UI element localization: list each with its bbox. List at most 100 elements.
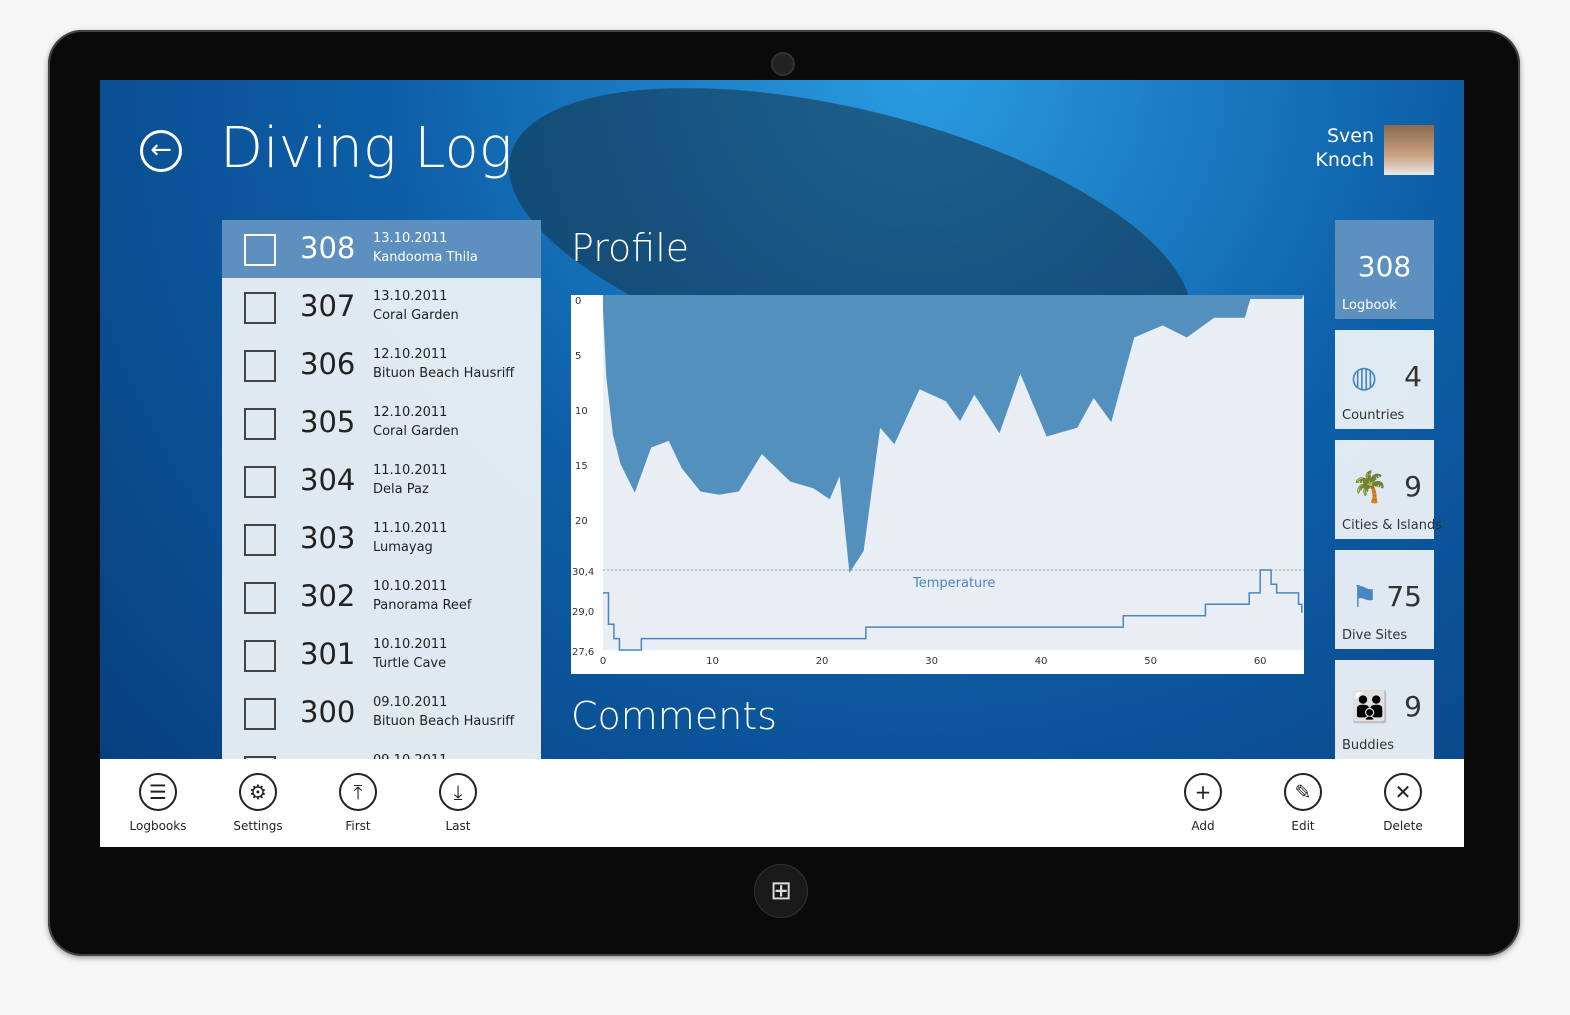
tile-cities-islands[interactable]: 🌴 9 Cities & Islands (1335, 440, 1442, 539)
x-tick-label: 30 (925, 656, 938, 667)
user-last-name: Knoch (1315, 149, 1374, 171)
tile-countries[interactable]: ◍ 4 Countries (1335, 330, 1434, 429)
dive-list-item[interactable]: 305 12.10.2011 Coral Garden (222, 394, 541, 452)
tile-dive-sites[interactable]: ⚑ 75 Dive Sites (1335, 550, 1434, 649)
tile-value: 4 (1404, 360, 1422, 393)
profile-chart: 0 5 10 15 20 Temperature 30,4 29,0 27,6 0 10 20 30 40… (571, 295, 1304, 674)
tile-label: Countries (1342, 408, 1405, 423)
depth-tick-label: 15 (575, 461, 588, 472)
temperature-tick-label: 30,4 (572, 567, 594, 578)
temperature-label: Temperature (912, 576, 995, 591)
palm-tree-icon: 🌴 (1351, 470, 1389, 505)
logbooks-button[interactable]: ☰ Logbooks (118, 773, 198, 833)
x-tick-label: 40 (1035, 656, 1048, 667)
dive-list-item[interactable]: 304 11.10.2011 Dela Paz (222, 452, 541, 510)
dive-date: 12.10.2011 (373, 347, 448, 362)
temperature-tick-label: 29,0 (572, 607, 594, 618)
user-name[interactable]: Sven Knoch (1315, 124, 1374, 172)
screen: ← Diving Log Sven Knoch 308 13.10.2011 Kand… (100, 80, 1464, 847)
dive-number: 308 (300, 231, 356, 265)
settings-label: Settings (233, 819, 283, 833)
profile-heading: Profile (571, 226, 690, 270)
dive-list-item[interactable]: 306 12.10.2011 Bituon Beach Hausriff (222, 336, 541, 394)
globe-icon: ◍ (1351, 360, 1378, 395)
profile-thumbnail-icon (244, 524, 276, 556)
profile-thumbnail-icon (244, 698, 276, 730)
first-label: First (345, 819, 371, 833)
dive-site: Panorama Reef (373, 598, 472, 613)
tile-value: 308 (1357, 250, 1412, 283)
windows-button[interactable]: ⊞ (754, 864, 808, 918)
dive-list-item[interactable]: 303 11.10.2011 Lumayag (222, 510, 541, 568)
tile-logbook[interactable]: 308 Logbook (1335, 220, 1434, 319)
dive-number: 305 (300, 405, 356, 439)
profile-thumbnail-icon (244, 408, 276, 440)
delete-button[interactable]: ✕ Delete (1363, 773, 1443, 833)
settings-button[interactable]: ⚙ Settings (218, 773, 298, 833)
edit-button[interactable]: ✎ Edit (1263, 773, 1343, 833)
depth-tick-label: 5 (575, 351, 581, 362)
x-tick-label: 50 (1144, 656, 1157, 667)
x-tick-label: 10 (706, 656, 719, 667)
dive-site: Bituon Beach Hausriff (373, 714, 515, 729)
dive-list-item[interactable]: 301 10.10.2011 Turtle Cave (222, 626, 541, 684)
first-button[interactable]: ⤒ First (318, 773, 398, 833)
depth-tick-label: 10 (575, 406, 588, 417)
tile-label: Dive Sites (1342, 628, 1408, 643)
dive-date: 13.10.2011 (373, 289, 448, 304)
dive-list-item[interactable]: 302 10.10.2011 Panorama Reef (222, 568, 541, 626)
temperature-tick-label: 27,6 (572, 647, 594, 658)
x-tick-label: 60 (1254, 656, 1267, 667)
x-tick-label: 0 (600, 656, 606, 667)
tile-label: Cities & Islands (1342, 518, 1443, 533)
close-icon: ✕ (1384, 773, 1422, 811)
tile-label: Logbook (1342, 298, 1397, 313)
dive-number: 306 (300, 347, 356, 381)
add-label: Add (1191, 819, 1215, 833)
tile-value: 9 (1404, 690, 1422, 723)
dive-number: 303 (300, 521, 356, 555)
camera (771, 52, 795, 76)
dive-date: 12.10.2011 (373, 405, 448, 420)
dive-site: Turtle Cave (373, 656, 447, 671)
x-tick-label: 20 (816, 656, 829, 667)
profile-thumbnail-icon (244, 234, 276, 266)
dive-number: 307 (300, 289, 356, 323)
download-icon: ⤓ (439, 773, 477, 811)
dive-site: Coral Garden (373, 308, 459, 323)
dive-list-item[interactable]: 308 13.10.2011 Kandooma Thila (222, 220, 541, 278)
dive-date: 11.10.2011 (373, 463, 448, 478)
last-label: Last (445, 819, 471, 833)
tile-value: 75 (1386, 580, 1422, 613)
profile-thumbnail-icon (244, 582, 276, 614)
delete-label: Delete (1383, 819, 1423, 833)
dive-site: Dela Paz (373, 482, 429, 497)
people-icon: 👪 (1351, 690, 1389, 725)
depth-tick-label: 0 (575, 296, 581, 307)
tile-buddies[interactable]: 👪 9 Buddies (1335, 660, 1434, 759)
app-bar: ☰ Logbooks ⚙ Settings ⤒ First ⤓ Last + Add ✎ E… (100, 759, 1464, 847)
comments-heading: Comments (571, 694, 777, 738)
depth-tick-label: 20 (575, 516, 588, 527)
dive-date: 13.10.2011 (373, 231, 448, 246)
gear-icon: ⚙ (239, 773, 277, 811)
back-button[interactable]: ← (140, 130, 182, 172)
dive-site: Lumayag (373, 540, 433, 555)
last-button[interactable]: ⤓ Last (418, 773, 498, 833)
dive-site: Coral Garden (373, 424, 459, 439)
edit-label: Edit (1291, 819, 1315, 833)
add-button[interactable]: + Add (1163, 773, 1243, 833)
tile-value: 9 (1404, 470, 1422, 503)
dive-list-item[interactable]: 307 13.10.2011 Coral Garden (222, 278, 541, 336)
arrow-up-bar-icon: ⤒ (339, 773, 377, 811)
plus-icon: + (1184, 773, 1222, 811)
dive-list[interactable]: 308 13.10.2011 Kandooma Thila 307 13.10.2011… (222, 220, 541, 847)
tile-label: Buddies (1342, 738, 1395, 753)
avatar[interactable] (1384, 125, 1434, 175)
dive-date: 10.10.2011 (373, 579, 448, 594)
dive-site: Kandooma Thila (373, 250, 478, 265)
dive-list-item[interactable]: 300 09.10.2011 Bituon Beach Hausriff (222, 684, 541, 742)
pencil-icon: ✎ (1284, 773, 1322, 811)
dive-number: 301 (300, 637, 356, 671)
list-icon: ☰ (139, 773, 177, 811)
